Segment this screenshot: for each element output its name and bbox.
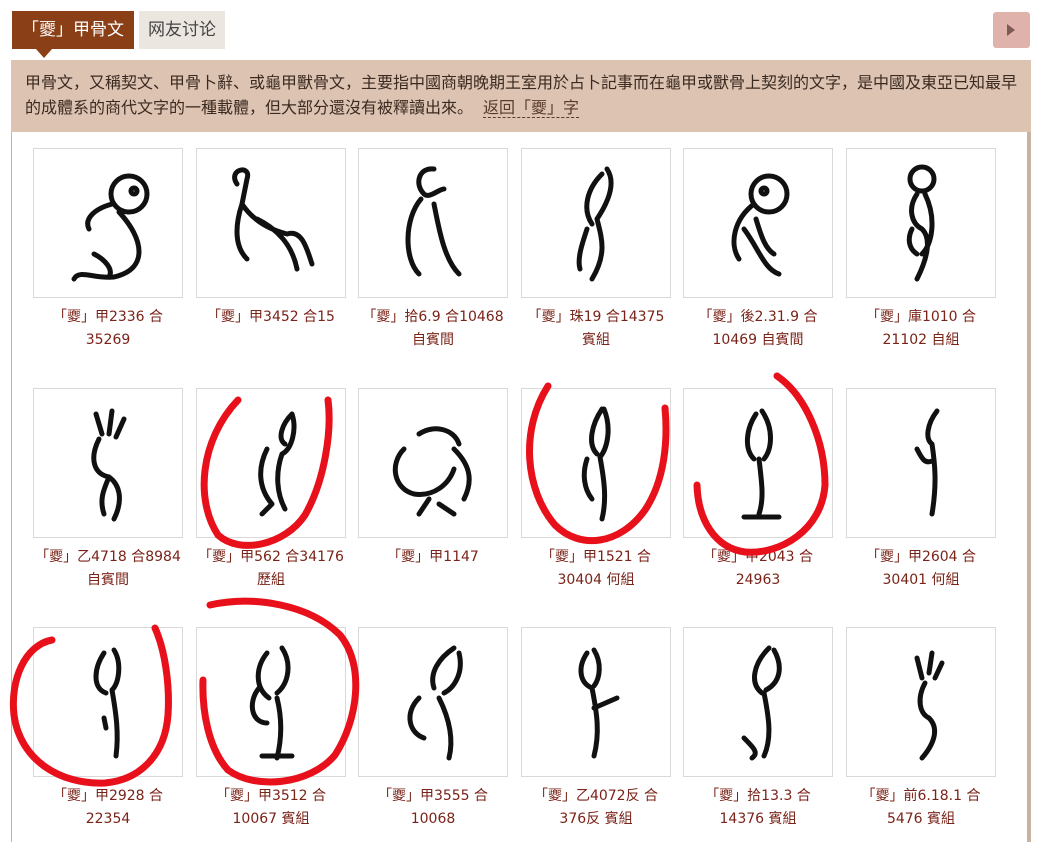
glyph-image[interactable] [521, 148, 671, 298]
glyph-image[interactable] [683, 627, 833, 777]
glyph-caption[interactable]: 「夒」乙4718 合8984 自賓間 [33, 546, 183, 592]
glyph-caption[interactable]: 「夒」甲2928 合22354 [33, 785, 183, 831]
glyph-caption[interactable]: 「夒」甲2604 合30401 何組 [846, 546, 996, 592]
glyph-image[interactable] [358, 148, 508, 298]
glyph-image[interactable] [196, 388, 346, 538]
glyph-card[interactable]: 「夒」乙4718 合8984 自賓間 [33, 388, 183, 592]
description-box: 甲骨文，又稱契文、甲骨卜辭、或龜甲獸骨文，主要指中國商朝晚期王室用於占卜記事而在… [11, 60, 1031, 132]
glyph-caption[interactable]: 「夒」甲3555 合10068 [358, 785, 508, 831]
glyph-image[interactable] [196, 627, 346, 777]
glyph-card[interactable]: 「夒」甲3452 合15 [196, 148, 346, 329]
glyph-image[interactable] [33, 627, 183, 777]
glyph-caption[interactable]: 「夒」甲3452 合15 [196, 306, 346, 329]
glyph-card[interactable]: 「夒」甲562 合34176 歷組 [196, 388, 346, 592]
glyph-card[interactable]: 「夒」前6.18.1 合5476 賓組 [846, 627, 996, 831]
tab-bar: 「夒」甲骨文 网友讨论 [0, 0, 1039, 62]
glyph-card[interactable]: 「夒」拾13.3 合14376 賓組 [683, 627, 833, 831]
glyph-caption[interactable]: 「夒」乙4072反 合376反 賓組 [521, 785, 671, 831]
glyph-caption[interactable]: 「夒」珠19 合14375 賓組 [521, 306, 671, 352]
glyph-image[interactable] [683, 148, 833, 298]
glyph-caption[interactable]: 「夒」甲1147 [358, 546, 508, 569]
glyph-image[interactable] [521, 388, 671, 538]
glyph-caption[interactable]: 「夒」甲562 合34176 歷組 [196, 546, 346, 592]
glyph-caption[interactable]: 「夒」拾6.9 合10468 自賓間 [358, 306, 508, 352]
glyph-card[interactable]: 「夒」甲2336 合35269 [33, 148, 183, 352]
glyph-image[interactable] [358, 388, 508, 538]
glyph-image[interactable] [846, 148, 996, 298]
glyph-caption[interactable]: 「夒」後2.31.9 合10469 自賓間 [683, 306, 833, 352]
glyph-caption[interactable]: 「夒」前6.18.1 合5476 賓組 [846, 785, 996, 831]
glyph-card[interactable]: 「夒」庫1010 合21102 自組 [846, 148, 996, 352]
glyph-caption[interactable]: 「夒」甲2043 合24963 [683, 546, 833, 592]
glyph-caption[interactable]: 「夒」拾13.3 合14376 賓組 [683, 785, 833, 831]
glyph-image[interactable] [521, 627, 671, 777]
glyph-card[interactable]: 「夒」甲2604 合30401 何組 [846, 388, 996, 592]
tab-user-discussion[interactable]: 网友讨论 [139, 11, 225, 49]
glyph-card[interactable]: 「夒」乙4072反 合376反 賓組 [521, 627, 671, 831]
glyph-image[interactable] [846, 388, 996, 538]
glyph-caption[interactable]: 「夒」甲3512 合10067 賓組 [196, 785, 346, 831]
glyph-caption[interactable]: 「夒」甲1521 合30404 何組 [521, 546, 671, 592]
glyph-card[interactable]: 「夒」甲1521 合30404 何組 [521, 388, 671, 592]
tab-oracle-bone-script[interactable]: 「夒」甲骨文 [12, 11, 134, 58]
glyph-image[interactable] [196, 148, 346, 298]
caret-right-icon [1007, 24, 1015, 36]
glyph-card[interactable]: 「夒」甲3555 合10068 [358, 627, 508, 831]
glyph-card[interactable]: 「夒」甲2928 合22354 [33, 627, 183, 831]
glyph-card[interactable]: 「夒」甲3512 合10067 賓組 [196, 627, 346, 831]
glyph-card[interactable]: 「夒」甲1147 [358, 388, 508, 569]
glyph-image[interactable] [33, 148, 183, 298]
glyph-card[interactable]: 「夒」後2.31.9 合10469 自賓間 [683, 148, 833, 352]
back-link[interactable]: 返回「夒」字 [483, 98, 580, 118]
glyph-image[interactable] [683, 388, 833, 538]
glyph-caption[interactable]: 「夒」甲2336 合35269 [33, 306, 183, 352]
glyph-image[interactable] [33, 388, 183, 538]
glyph-image[interactable] [358, 627, 508, 777]
next-button[interactable] [993, 12, 1030, 48]
glyph-card[interactable]: 「夒」珠19 合14375 賓組 [521, 148, 671, 352]
glyph-card[interactable]: 「夒」拾6.9 合10468 自賓間 [358, 148, 508, 352]
glyph-caption[interactable]: 「夒」庫1010 合21102 自組 [846, 306, 996, 352]
glyph-image[interactable] [846, 627, 996, 777]
glyph-card[interactable]: 「夒」甲2043 合24963 [683, 388, 833, 592]
